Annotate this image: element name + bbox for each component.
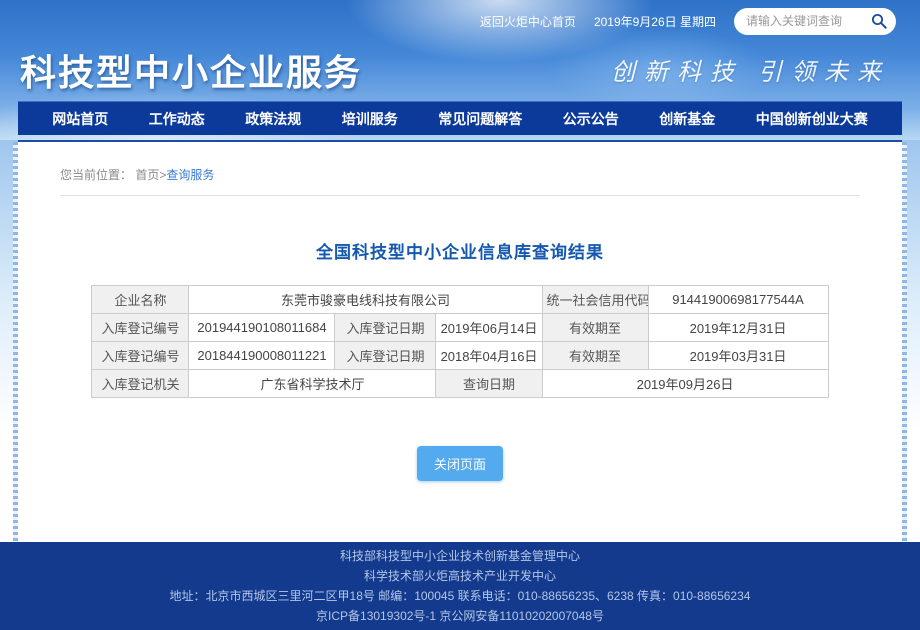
nav-item-innovation-fund[interactable]: 创新基金 [659,109,715,129]
registration-date-label: 入库登记日期 [335,342,436,370]
valid-until-value: 2019年03月31日 [648,342,828,370]
registration-authority-label: 入库登记机关 [92,370,189,398]
credit-code-label: 统一社会信用代码 [542,286,648,314]
breadcrumb-current-link[interactable]: 查询服务 [166,168,214,182]
valid-until-value: 2019年12月31日 [648,314,828,342]
breadcrumb-home-link[interactable]: 首页 [135,168,159,182]
nav-item-innovation-contest[interactable]: 中国创新创业大赛 [756,109,868,129]
registration-date-value: 2018年04月16日 [436,342,542,370]
nav-item-announcements[interactable]: 公示公告 [563,109,619,129]
query-date-label: 查询日期 [436,370,542,398]
table-row: 入库登记机关 广东省科学技术厅 查询日期 2019年09月26日 [92,370,828,398]
search-box[interactable] [734,8,896,35]
registration-date-label: 入库登记日期 [335,314,436,342]
top-utility-bar: 返回火炬中心首页 2019年9月26日 星期四 [0,0,920,42]
registration-no-label: 入库登记编号 [92,314,189,342]
content-panel: 您当前位置： 首页>查询服务 全国科技型中小企业信息库查询结果 企业名称 东莞市… [18,140,902,542]
nav-item-training[interactable]: 培训服务 [342,109,398,129]
registration-no-label: 入库登记编号 [92,342,189,370]
close-page-button[interactable]: 关闭页面 [417,446,503,481]
current-date: 2019年9月26日 星期四 [594,13,716,30]
footer-contact-line: 地址：北京市西城区三里河二区甲18号 邮编：100045 联系电话：010-88… [170,589,751,604]
valid-until-label: 有效期至 [542,342,648,370]
registration-date-value: 2019年06月14日 [436,314,542,342]
valid-until-label: 有效期至 [542,314,648,342]
button-row: 关闭页面 [18,446,902,481]
registration-no-value: 201844190008011221 [189,342,335,370]
header-banner: 返回火炬中心首页 2019年9月26日 星期四 科技型中小企业服务 创新科技 引… [0,0,920,140]
query-result-title: 全国科技型中小企业信息库查询结果 [18,238,902,263]
nav-item-work-news[interactable]: 工作动态 [149,109,205,129]
registration-authority-value: 广东省科学技术厅 [189,370,436,398]
site-title: 科技型中小企业服务 [20,44,362,96]
page-footer: 科技部科技型中小企业技术创新基金管理中心 科学技术部火炬高技术产业开发中心 地址… [0,542,920,630]
table-row: 入库登记编号 201844190008011221 入库登记日期 2018年04… [92,342,828,370]
nav-item-home[interactable]: 网站首页 [52,109,108,129]
enterprise-name-value: 东莞市骏豪电线科技有限公司 [189,286,542,314]
breadcrumb-divider [60,195,860,196]
registration-no-value: 201944190108011684 [189,314,335,342]
banner-slogan: 创新科技 引领未来 [611,52,890,87]
torch-home-link[interactable]: 返回火炬中心首页 [480,13,576,30]
banner-title-row: 科技型中小企业服务 创新科技 引领未来 [0,42,920,97]
breadcrumb: 您当前位置： 首页>查询服务 [18,142,902,183]
query-result-table: 企业名称 东莞市骏豪电线科技有限公司 统一社会信用代码 914419006981… [91,285,828,398]
query-date-value: 2019年09月26日 [542,370,828,398]
breadcrumb-label: 您当前位置： [60,168,132,182]
main-nav: 网站首页 工作动态 政策法规 培训服务 常见问题解答 公示公告 创新基金 中国创… [18,101,902,135]
nav-item-policies[interactable]: 政策法规 [245,109,301,129]
nav-item-faq[interactable]: 常见问题解答 [438,109,522,129]
search-icon[interactable] [870,12,888,30]
credit-code-value: 91441900698177544A [648,286,828,314]
enterprise-name-label: 企业名称 [92,286,189,314]
search-input[interactable] [746,14,870,28]
footer-org-line-2: 科学技术部火炬高技术产业开发中心 [364,569,556,584]
footer-org-line-1: 科技部科技型中小企业技术创新基金管理中心 [340,549,580,564]
footer-icp-line: 京ICP备13019302号-1 京公网安备11010202007048号 [316,609,604,624]
table-row: 企业名称 东莞市骏豪电线科技有限公司 统一社会信用代码 914419006981… [92,286,828,314]
table-row: 入库登记编号 201944190108011684 入库登记日期 2019年06… [92,314,828,342]
